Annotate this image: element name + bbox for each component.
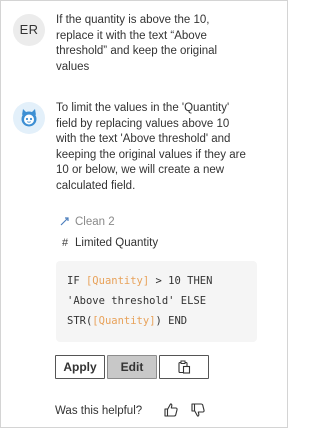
apply-button[interactable]: Apply: [55, 355, 105, 379]
message-line: keeping the original values if they are: [56, 148, 246, 161]
message-line: field by replacing values above 10: [56, 117, 230, 130]
thumbs-down-button[interactable]: [190, 402, 206, 423]
field-reference: [Quantity]: [92, 315, 156, 327]
calculated-field-label: # Limited Quantity: [60, 235, 158, 251]
message-line: To limit the values in the 'Quantity': [56, 102, 230, 114]
code-line: STR([Quantity]) END: [67, 315, 188, 327]
helpful-prompt: Was this helpful?: [55, 405, 143, 417]
code-line: IF [Quantity] > 10 THEN: [67, 275, 213, 287]
message-line: replace it with the text “Above: [56, 29, 207, 42]
code-line: 'Above threshold' ELSE: [67, 295, 207, 307]
user-avatar: ER: [13, 14, 45, 46]
datasource-label: Clean 2: [60, 214, 115, 230]
message-line: values: [56, 60, 90, 73]
message-line: 10 or below, we will create a new: [56, 164, 225, 176]
user-message: If the quantity is above the 10, replace…: [56, 13, 266, 75]
message-line: threshold” and keep the original: [56, 45, 218, 57]
thumbs-up-button[interactable]: [163, 402, 179, 423]
datasource-name: Clean 2: [75, 216, 115, 228]
message-line: calculated field.: [56, 179, 136, 192]
field-reference: [Quantity]: [85, 275, 150, 287]
edit-button[interactable]: Edit: [107, 355, 157, 379]
assistant-avatar: [13, 102, 45, 134]
calculation-code-block: IF [Quantity] > 10 THEN 'Above threshold…: [56, 261, 257, 342]
message-line: with the text 'Above threshold' and: [56, 133, 231, 145]
copy-clipboard-icon: [178, 360, 191, 374]
message-line: If the quantity is above the 10,: [56, 14, 210, 26]
thumbs-down-icon: [191, 403, 205, 417]
bot-icon: [21, 109, 37, 127]
datasource-link-icon: [60, 216, 70, 229]
calculated-field-name: Limited Quantity: [75, 237, 159, 249]
thumbs-up-icon: [164, 403, 178, 417]
assistant-message: To limit the values in the 'Quantity' fi…: [56, 101, 278, 194]
chat-panel: ER If the quantity is above the 10, repl…: [0, 0, 288, 428]
copy-button[interactable]: [159, 355, 209, 379]
hash-field-icon: #: [61, 237, 69, 249]
